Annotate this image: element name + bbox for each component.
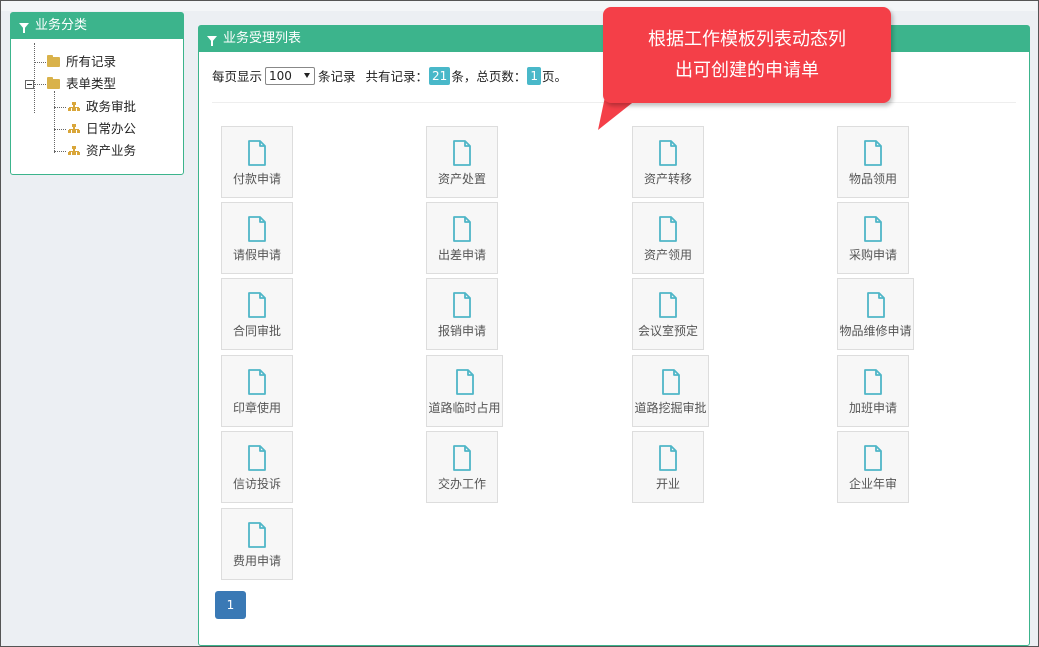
form-tile[interactable]: 合同审批: [221, 278, 293, 350]
chevron-down-icon: [304, 73, 311, 78]
pager-info: 每页显示 100 条记录 共有记录： 21 条，总页数： 1 页。: [212, 66, 567, 85]
main-title: 业务受理列表: [223, 31, 302, 46]
form-tile-label: 物品领用: [848, 172, 897, 186]
page-count-badge: 1: [527, 66, 541, 85]
form-tile[interactable]: 资产领用: [632, 202, 704, 274]
form-tile[interactable]: 会议室预定: [632, 278, 704, 350]
category-tree: 所有记录 表单类型 政务审批 日常办公 资产业务: [11, 39, 183, 158]
document-icon: [248, 445, 266, 471]
form-tile-label: 资产领用: [643, 248, 692, 262]
document-icon: [864, 445, 882, 471]
document-icon: [248, 216, 266, 242]
document-icon: [453, 216, 471, 242]
form-tile-label: 报销申请: [437, 324, 486, 338]
form-tile-label: 会议室预定: [637, 324, 698, 338]
form-tile[interactable]: 开业: [632, 431, 704, 503]
form-tile-label: 印章使用: [232, 401, 281, 415]
callout-line-1: 根据工作模板列表动态列: [648, 29, 846, 50]
document-icon: [864, 216, 882, 242]
tree-item-daily-office[interactable]: 日常办公: [68, 120, 136, 138]
org-chart-icon: [68, 102, 80, 112]
form-tile[interactable]: 出差申请: [426, 202, 498, 274]
form-tile-label: 道路挖掘审批: [634, 401, 707, 415]
tree-item-asset-business[interactable]: 资产业务: [68, 142, 136, 160]
sidebar-header: 业务分类: [11, 13, 183, 39]
document-icon: [864, 369, 882, 395]
document-icon: [659, 445, 677, 471]
form-tile[interactable]: 资产处置: [426, 126, 498, 198]
annotation-callout: 根据工作模板列表动态列 出可创建的申请单: [603, 7, 891, 103]
form-tile-label: 费用申请: [232, 554, 281, 568]
form-tile-label: 请假申请: [232, 248, 281, 262]
tree-item-gov-approval[interactable]: 政务审批: [68, 98, 136, 116]
folder-icon: [47, 77, 60, 89]
form-tile[interactable]: 企业年审: [837, 431, 909, 503]
tree-item-all-records[interactable]: 所有记录: [47, 53, 116, 71]
form-tile-label: 付款申请: [232, 172, 281, 186]
form-tile[interactable]: 交办工作: [426, 431, 498, 503]
collapse-toggle[interactable]: [25, 80, 34, 89]
form-tile[interactable]: 物品领用: [837, 126, 909, 198]
form-tile[interactable]: 道路挖掘审批: [632, 355, 709, 427]
form-tile[interactable]: 道路临时占用: [426, 355, 503, 427]
folder-icon: [47, 55, 60, 67]
form-tile-label: 加班申请: [848, 401, 897, 415]
form-tile[interactable]: 请假申请: [221, 202, 293, 274]
form-tile-label: 合同审批: [232, 324, 281, 338]
document-icon: [659, 216, 677, 242]
document-icon: [453, 445, 471, 471]
form-tile-label: 资产处置: [437, 172, 486, 186]
document-icon: [248, 292, 266, 318]
form-tile-label: 出差申请: [437, 248, 486, 262]
form-tile-label: 物品维修申请: [839, 324, 912, 338]
per-page-select[interactable]: 100: [265, 66, 316, 85]
document-icon: [455, 369, 474, 395]
category-sidebar: 业务分类 所有记录 表单类型 政务审批 日常办公 资产业务: [10, 12, 184, 175]
form-tile-label: 开业: [655, 477, 680, 491]
document-icon: [661, 369, 680, 395]
document-icon: [248, 522, 266, 548]
total-count-badge: 21: [429, 66, 451, 85]
page-button-1[interactable]: 1: [215, 591, 246, 619]
document-icon: [659, 140, 677, 166]
form-tile-label: 道路临时占用: [428, 401, 501, 415]
form-tile[interactable]: 加班申请: [837, 355, 909, 427]
form-tile[interactable]: 物品维修申请: [837, 278, 914, 350]
form-tile[interactable]: 付款申请: [221, 126, 293, 198]
form-tile[interactable]: 采购申请: [837, 202, 909, 274]
document-icon: [866, 292, 885, 318]
org-chart-icon: [68, 124, 80, 134]
form-tile[interactable]: 报销申请: [426, 278, 498, 350]
tree-item-form-types[interactable]: 表单类型: [47, 75, 116, 93]
document-icon: [453, 140, 471, 166]
document-icon: [248, 369, 266, 395]
filter-icon: [207, 36, 217, 46]
document-icon: [248, 140, 266, 166]
org-chart-icon: [68, 146, 80, 156]
filter-icon: [19, 23, 29, 33]
form-tile-label: 信访投诉: [232, 477, 281, 491]
document-icon: [659, 292, 677, 318]
form-tile-label: 资产转移: [643, 172, 692, 186]
form-tile-label: 采购申请: [848, 248, 897, 262]
form-tile[interactable]: 费用申请: [221, 508, 293, 580]
form-tile[interactable]: 资产转移: [632, 126, 704, 198]
document-icon: [453, 292, 471, 318]
form-tile[interactable]: 印章使用: [221, 355, 293, 427]
form-tile-label: 企业年审: [848, 477, 897, 491]
form-tile-label: 交办工作: [437, 477, 486, 491]
document-icon: [864, 140, 882, 166]
sidebar-title: 业务分类: [35, 18, 88, 33]
callout-line-2: 出可创建的申请单: [675, 60, 819, 81]
form-tile[interactable]: 信访投诉: [221, 431, 293, 503]
